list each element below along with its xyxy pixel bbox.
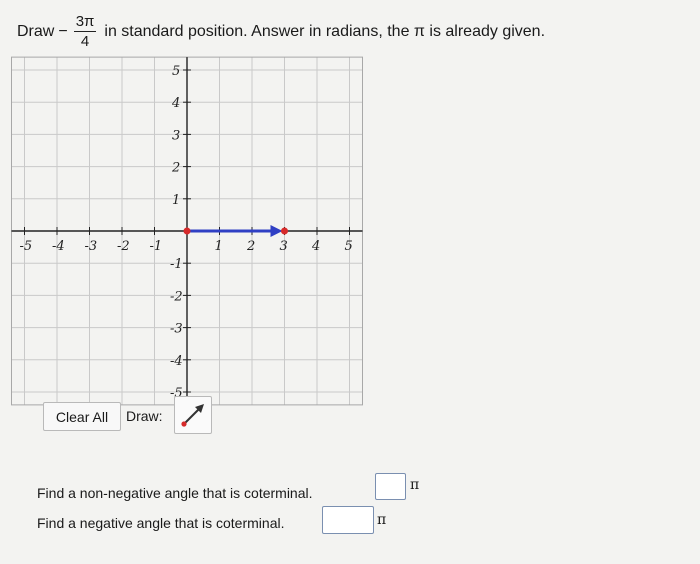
- graph-canvas[interactable]: -5 -4 -3 -2 -1 1 2 3 4 554321-1-2-3-4-5: [0, 0, 700, 559]
- vector-arrow-icon: [181, 404, 204, 427]
- q2-text: Find a negative angle that is coterminal…: [37, 515, 285, 531]
- q1-pi-suffix: π: [410, 477, 420, 493]
- x-tick-label: -4: [52, 239, 65, 254]
- y-tick-label: -4: [170, 354, 183, 369]
- coterminal-positive-input[interactable]: [375, 473, 406, 500]
- coordinate-graph[interactable]: -5 -4 -3 -2 -1 1 2 3 4 5 5 4 3 2 1 -1 -2 -3 -4 -5: [0, 0, 700, 564]
- x-tick-label: 5: [345, 239, 353, 254]
- x-tick-label: 2: [246, 239, 255, 254]
- page: Draw − 3π 4 in standard position. Answer…: [0, 0, 700, 559]
- y-tick-label: 2: [171, 161, 180, 176]
- vector-end-point: [281, 227, 288, 235]
- x-tick-label: -3: [85, 239, 98, 254]
- y-tick-label: -3: [170, 322, 183, 337]
- q1-text: Find a non-negative angle that is coterm…: [37, 485, 313, 501]
- y-tick-label: 4: [171, 96, 180, 111]
- q2-pi-suffix: π: [377, 512, 387, 528]
- draw-label: Draw:: [126, 408, 163, 424]
- vector-arrowhead: [270, 225, 283, 237]
- y-tick-label: -1: [170, 257, 183, 272]
- coterminal-negative-input[interactable]: [322, 506, 374, 534]
- y-tick-label: -2: [170, 289, 183, 304]
- clear-all-button[interactable]: Clear All: [43, 402, 121, 431]
- draw-vector-tool-button[interactable]: [174, 396, 212, 434]
- x-tick-label: -1: [150, 239, 163, 254]
- x-tick-label: 4: [311, 239, 320, 254]
- x-tick-label: -2: [117, 239, 130, 254]
- y-tick-label: 1: [172, 193, 180, 208]
- y-tick-label: 5: [172, 64, 180, 79]
- y-tick-label: 3: [172, 128, 180, 143]
- x-tick-label: 3: [280, 239, 288, 254]
- vector-start-point: [183, 227, 191, 235]
- x-tick-label: -5: [20, 239, 33, 254]
- drawn-vector: [183, 225, 288, 237]
- x-tick-label: 1: [215, 239, 223, 254]
